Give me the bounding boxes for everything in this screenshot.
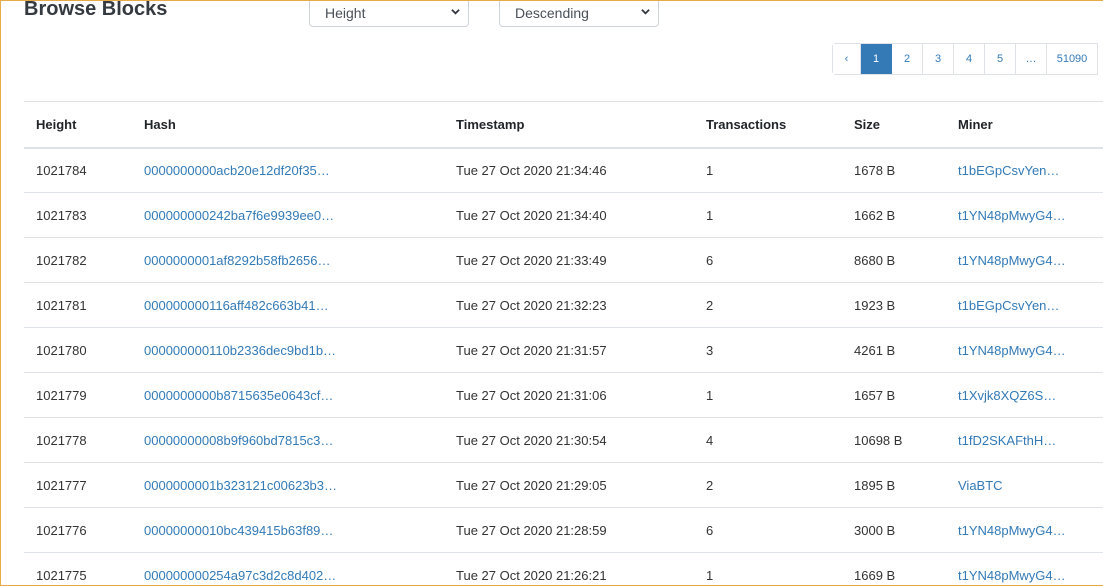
cell-size: 4261 B — [842, 327, 946, 373]
cell-size: 1678 B — [842, 147, 946, 193]
cell-size: 1669 B — [842, 552, 946, 585]
pagination: ‹ 1 2 3 4 5 … 51090 — [832, 43, 1098, 75]
cell-height: 1021776 — [24, 507, 132, 553]
pagination-last-page[interactable]: 51090 — [1047, 44, 1098, 74]
cell-size: 1923 B — [842, 282, 946, 328]
table-row: 1021783 000000000242ba7f6e9939ee0… Tue 27 … — [24, 192, 1103, 238]
sort-order-select[interactable]: Descending — [499, 1, 659, 27]
page-frame: Browse Blocks Height Descending ‹ 1 2 3 … — [0, 0, 1103, 586]
miner-link[interactable]: t1YN48pMwyG4… — [946, 237, 1103, 283]
column-header-transactions[interactable]: Transactions — [694, 101, 842, 149]
cell-height: 1021778 — [24, 417, 132, 463]
pagination-page-3[interactable]: 3 — [923, 44, 954, 74]
cell-transactions: 6 — [694, 237, 842, 283]
cell-height: 1021783 — [24, 192, 132, 238]
cell-height: 1021780 — [24, 327, 132, 373]
table-row: 1021776 00000000010bc439415b63f89… Tue 27 … — [24, 507, 1103, 553]
block-hash-link[interactable]: 0000000000b8715635e0643cf… — [132, 372, 444, 418]
miner-link[interactable]: t1bEGpCsvYen… — [946, 282, 1103, 328]
column-header-timestamp[interactable]: Timestamp — [444, 101, 694, 149]
cell-size: 1895 B — [842, 462, 946, 508]
pagination-page-4[interactable]: 4 — [954, 44, 985, 74]
blocks-table: Height Hash Timestamp Transactions Size … — [24, 101, 1103, 585]
column-header-size[interactable]: Size — [842, 101, 946, 149]
miner-link[interactable]: t1bEGpCsvYen… — [946, 147, 1103, 193]
table-row: 1021784 0000000000acb20e12df20f35… Tue 27 … — [24, 147, 1103, 193]
table-row: 1021780 000000000110b2336dec9bd1b… Tue 27 … — [24, 327, 1103, 373]
miner-link[interactable]: t1YN48pMwyG4… — [946, 327, 1103, 373]
cell-timestamp: Tue 27 Oct 2020 21:28:59 — [444, 507, 694, 553]
table-header-row: Height Hash Timestamp Transactions Size … — [24, 101, 1103, 149]
cell-size: 3000 B — [842, 507, 946, 553]
miner-link[interactable]: ViaBTC — [946, 462, 1103, 508]
block-hash-link[interactable]: 00000000008b9f960bd7815c3… — [132, 417, 444, 463]
cell-transactions: 1 — [694, 192, 842, 238]
pagination-page-1[interactable]: 1 — [861, 44, 892, 74]
column-header-height[interactable]: Height — [24, 101, 132, 149]
cell-transactions: 6 — [694, 507, 842, 553]
cell-size: 10698 B — [842, 417, 946, 463]
cell-height: 1021782 — [24, 237, 132, 283]
cell-timestamp: Tue 27 Oct 2020 21:32:23 — [444, 282, 694, 328]
block-hash-link[interactable]: 0000000000acb20e12df20f35… — [132, 147, 444, 193]
block-hash-link[interactable]: 000000000254a97c3d2c8d402… — [132, 552, 444, 585]
page-title: Browse Blocks — [24, 0, 168, 20]
cell-timestamp: Tue 27 Oct 2020 21:26:21 — [444, 552, 694, 585]
cell-size: 8680 B — [842, 237, 946, 283]
column-header-miner[interactable]: Miner — [946, 101, 1103, 149]
table-row: 1021778 00000000008b9f960bd7815c3… Tue 27 … — [24, 417, 1103, 463]
cell-transactions: 3 — [694, 327, 842, 373]
block-hash-link[interactable]: 0000000001af8292b58fb2656… — [132, 237, 444, 283]
table-row: 1021781 000000000116aff482c663b41… Tue 27 … — [24, 282, 1103, 328]
cell-transactions: 2 — [694, 282, 842, 328]
sort-field-value: Height — [325, 5, 366, 21]
cell-height: 1021781 — [24, 282, 132, 328]
block-hash-link[interactable]: 000000000110b2336dec9bd1b… — [132, 327, 444, 373]
cell-transactions: 1 — [694, 552, 842, 585]
pagination-ellipsis: … — [1016, 44, 1047, 74]
cell-timestamp: Tue 27 Oct 2020 21:31:06 — [444, 372, 694, 418]
cell-timestamp: Tue 27 Oct 2020 21:31:57 — [444, 327, 694, 373]
pagination-prev-button[interactable]: ‹ — [833, 44, 861, 74]
table-row: 1021782 0000000001af8292b58fb2656… Tue 27 … — [24, 237, 1103, 283]
cell-timestamp: Tue 27 Oct 2020 21:33:49 — [444, 237, 694, 283]
cell-timestamp: Tue 27 Oct 2020 21:29:05 — [444, 462, 694, 508]
cell-size: 1657 B — [842, 372, 946, 418]
miner-link[interactable]: t1Xvjk8XQZ6S… — [946, 372, 1103, 418]
cell-timestamp: Tue 27 Oct 2020 21:34:46 — [444, 147, 694, 193]
miner-link[interactable]: t1YN48pMwyG4… — [946, 507, 1103, 553]
cell-transactions: 1 — [694, 147, 842, 193]
column-header-hash[interactable]: Hash — [132, 101, 444, 149]
block-hash-link[interactable]: 0000000001b323121c00623b3… — [132, 462, 444, 508]
cell-transactions: 2 — [694, 462, 842, 508]
cell-transactions: 4 — [694, 417, 842, 463]
cell-height: 1021784 — [24, 147, 132, 193]
cell-timestamp: Tue 27 Oct 2020 21:34:40 — [444, 192, 694, 238]
sort-order-value: Descending — [515, 5, 589, 21]
miner-link[interactable]: t1YN48pMwyG4… — [946, 192, 1103, 238]
pagination-page-2[interactable]: 2 — [892, 44, 923, 74]
cell-height: 1021779 — [24, 372, 132, 418]
block-hash-link[interactable]: 000000000116aff482c663b41… — [132, 282, 444, 328]
chevron-down-icon — [451, 9, 460, 15]
cell-transactions: 1 — [694, 372, 842, 418]
cell-height: 1021775 — [24, 552, 132, 585]
miner-link[interactable]: t1fD2SKAFthH… — [946, 417, 1103, 463]
table-row: 1021777 0000000001b323121c00623b3… Tue 27 … — [24, 462, 1103, 508]
table-row: 1021775 000000000254a97c3d2c8d402… Tue 27 … — [24, 552, 1103, 585]
cell-timestamp: Tue 27 Oct 2020 21:30:54 — [444, 417, 694, 463]
chevron-down-icon — [641, 9, 650, 15]
miner-link[interactable]: t1YN48pMwyG4… — [946, 552, 1103, 585]
block-hash-link[interactable]: 000000000242ba7f6e9939ee0… — [132, 192, 444, 238]
block-hash-link[interactable]: 00000000010bc439415b63f89… — [132, 507, 444, 553]
cell-height: 1021777 — [24, 462, 132, 508]
table-row: 1021779 0000000000b8715635e0643cf… Tue 27 … — [24, 372, 1103, 418]
sort-field-select[interactable]: Height — [309, 1, 469, 27]
pagination-page-5[interactable]: 5 — [985, 44, 1016, 74]
cell-size: 1662 B — [842, 192, 946, 238]
